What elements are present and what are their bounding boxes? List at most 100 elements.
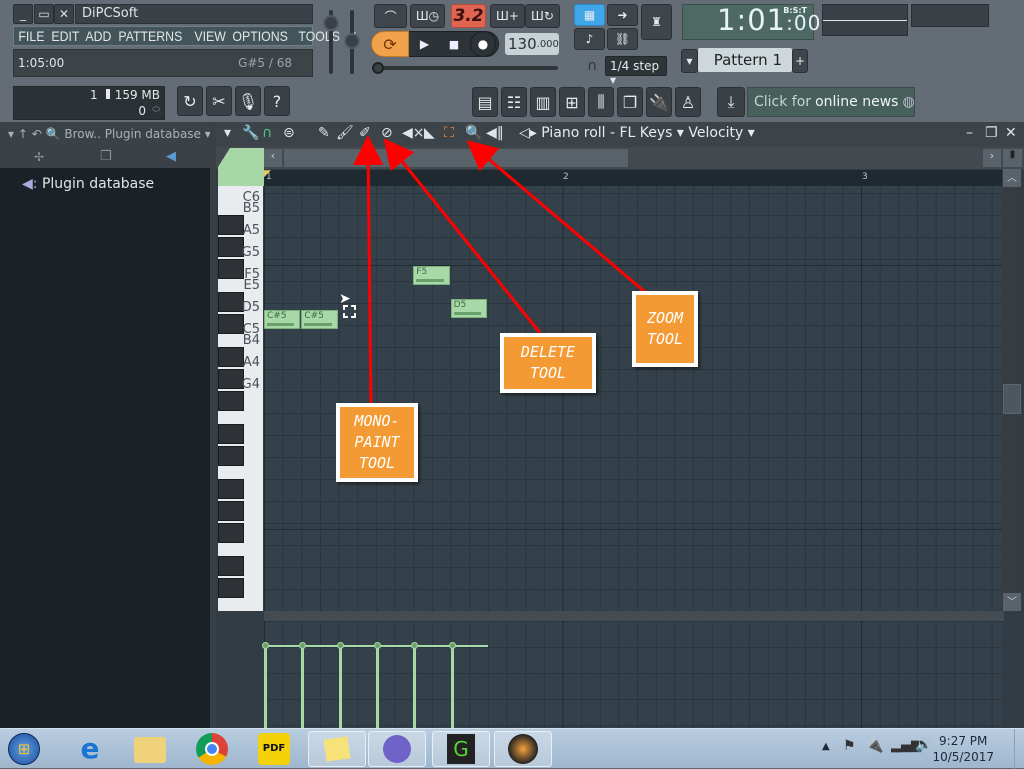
event-pane-divider[interactable] xyxy=(264,611,1004,621)
velocity-stem[interactable] xyxy=(264,646,267,728)
mixer-button[interactable]: ⫼ xyxy=(588,87,614,117)
close-icon[interactable]: ✕ xyxy=(1005,125,1017,141)
black-key[interactable] xyxy=(218,292,244,312)
snap-magnet-icon[interactable]: ∩ xyxy=(262,125,272,141)
note[interactable]: C#5 xyxy=(301,310,338,329)
song-position-handle[interactable] xyxy=(372,62,384,74)
pattern-menu-button[interactable]: ▾ xyxy=(681,49,698,73)
project-picker-button[interactable]: ❐ xyxy=(617,87,643,117)
plugin-picker-button[interactable]: 🔌 xyxy=(646,87,672,117)
note[interactable]: F5 xyxy=(413,266,450,285)
velocity-handle[interactable] xyxy=(411,642,419,649)
tree-item-plugin-database[interactable]: ◀: Plugin database xyxy=(22,176,154,192)
piano-keyboard[interactable]: C6 B5 A5 G5 F5 E5 D5 C5 B4 A4 G4 xyxy=(218,186,263,611)
wait-for-input-button[interactable]: Ш◷ xyxy=(410,4,445,28)
loop-button[interactable]: ⟳ xyxy=(371,31,409,57)
horizontal-scrollbar[interactable]: ‹ › ▮ xyxy=(216,147,1024,169)
step-edit-button[interactable]: ➜ xyxy=(607,4,638,26)
volume-icon[interactable]: 🔊 xyxy=(915,737,932,753)
show-hidden-icons[interactable]: ▲ xyxy=(822,741,830,752)
velocity-stem[interactable] xyxy=(450,646,454,728)
note[interactable]: D5 xyxy=(450,299,487,318)
action-center-flag-icon[interactable]: ⚑ xyxy=(843,738,856,754)
vertical-scroll-thumb[interactable] xyxy=(1003,384,1021,414)
power-icon[interactable]: 🔌 xyxy=(866,738,883,754)
record-audio-button[interactable]: 🎙 xyxy=(235,86,261,116)
taskbar-chrome[interactable] xyxy=(196,733,228,765)
multilink-button[interactable]: ♜ xyxy=(641,4,672,40)
scroll-down-button[interactable]: ﹀ xyxy=(1003,593,1021,611)
velocity-stem[interactable] xyxy=(338,646,342,728)
black-key[interactable] xyxy=(218,237,244,257)
pat-song-toggle[interactable]: 3.2 xyxy=(451,4,486,28)
menu-options[interactable]: OPTIONS xyxy=(228,28,292,44)
browser-title[interactable]: ▾ ↑ ↶ 🔍 Brow.. Plugin database ▾ xyxy=(8,127,211,141)
help-button[interactable]: ? xyxy=(264,86,290,116)
recording-filter-button[interactable]: ♪ xyxy=(574,28,605,50)
menu-circle-icon[interactable]: ⊜ xyxy=(283,125,295,141)
paint-brush-icon[interactable]: 🖌 xyxy=(336,125,354,141)
menu-add[interactable]: ADD xyxy=(81,28,116,44)
menu-patterns[interactable]: PATTERNS xyxy=(114,28,187,44)
taskbar-bittorrent[interactable] xyxy=(368,731,426,767)
loop-record-button[interactable]: Ш↻ xyxy=(525,4,560,28)
stop-button[interactable]: ■ xyxy=(440,31,468,57)
piano-roll-button[interactable]: ▥ xyxy=(530,87,556,117)
countdown-button[interactable]: Ш+ xyxy=(490,4,525,28)
black-key[interactable] xyxy=(218,523,244,543)
browser-button[interactable]: ⊞ xyxy=(559,87,585,117)
cut-button[interactable]: ✂ xyxy=(206,86,232,116)
velocity-handle[interactable] xyxy=(373,642,381,649)
piano-roll-title[interactable]: ◁▸ Piano roll - FL Keys ▾ Velocity ▾ xyxy=(519,125,755,141)
slice-tool-icon[interactable]: ◣ xyxy=(424,125,435,141)
close-button[interactable]: ✕ xyxy=(54,4,74,24)
taskbar-internet-explorer[interactable]: e xyxy=(74,733,106,765)
taskbar-file-explorer[interactable] xyxy=(134,737,166,763)
black-key[interactable] xyxy=(218,556,244,576)
black-key[interactable] xyxy=(218,347,244,367)
velocity-handle[interactable] xyxy=(262,642,269,649)
plugin-icon[interactable]: ◀ xyxy=(166,149,176,164)
velocity-pane[interactable] xyxy=(262,621,1002,728)
velocity-stem[interactable] xyxy=(375,646,379,728)
scroll-left-button[interactable]: ‹ xyxy=(264,149,282,167)
system-clock[interactable]: 9:27 PM 10/5/2017 xyxy=(932,733,994,765)
zoom-handle[interactable]: ▮ xyxy=(1003,149,1022,167)
black-key[interactable] xyxy=(218,424,244,444)
record-button[interactable]: ● xyxy=(470,31,496,57)
draw-tool-icon[interactable]: ✎ xyxy=(318,125,330,141)
restore-icon[interactable]: ❐ xyxy=(985,125,998,141)
show-desktop-button[interactable] xyxy=(1014,729,1024,769)
velocity-stem[interactable] xyxy=(301,646,305,728)
undo-button[interactable]: ↻ xyxy=(177,86,203,116)
taskbar-sticky-notes[interactable] xyxy=(308,731,366,767)
black-key[interactable] xyxy=(218,578,244,598)
file-icon[interactable]: ❐ xyxy=(100,149,112,164)
add-pattern-button[interactable]: + xyxy=(792,49,808,73)
scroll-right-button[interactable]: › xyxy=(983,149,1001,167)
wrench-icon[interactable]: 🔧 xyxy=(242,125,259,141)
black-key[interactable] xyxy=(218,259,244,279)
maximize-button[interactable]: ▭ xyxy=(34,4,54,24)
tempo-field[interactable]: 130.000 xyxy=(505,33,559,55)
link-button[interactable]: ⛓ xyxy=(607,28,638,50)
event-target[interactable]: Velocity xyxy=(688,125,743,141)
master-volume-handle[interactable] xyxy=(323,15,339,31)
select-tool-icon[interactable]: ⛶ xyxy=(444,125,454,141)
velocity-handle[interactable] xyxy=(336,642,344,649)
start-button[interactable]: ⊞ xyxy=(8,733,40,765)
metronome-button[interactable]: ⌒ xyxy=(374,4,407,28)
minimize-button[interactable]: _ xyxy=(13,4,33,24)
scroll-thumb[interactable] xyxy=(284,149,628,167)
mono-paint-icon[interactable]: ✐ xyxy=(359,125,371,141)
zoom-tool-icon[interactable]: 🔍 xyxy=(465,125,482,141)
note[interactable]: C#5 xyxy=(264,310,301,329)
touch-controller-button[interactable]: ♙ xyxy=(675,87,701,117)
minimize-icon[interactable]: – xyxy=(966,125,973,141)
mute-tool-icon[interactable]: ◀× xyxy=(402,125,425,141)
typing-keyboard-button[interactable]: ▦ xyxy=(574,4,605,26)
velocity-stem[interactable] xyxy=(413,646,417,728)
menu-file[interactable]: FILE xyxy=(14,28,49,44)
song-position-track[interactable] xyxy=(376,66,558,70)
pattern-selector[interactable]: Pattern 1 xyxy=(698,48,792,72)
